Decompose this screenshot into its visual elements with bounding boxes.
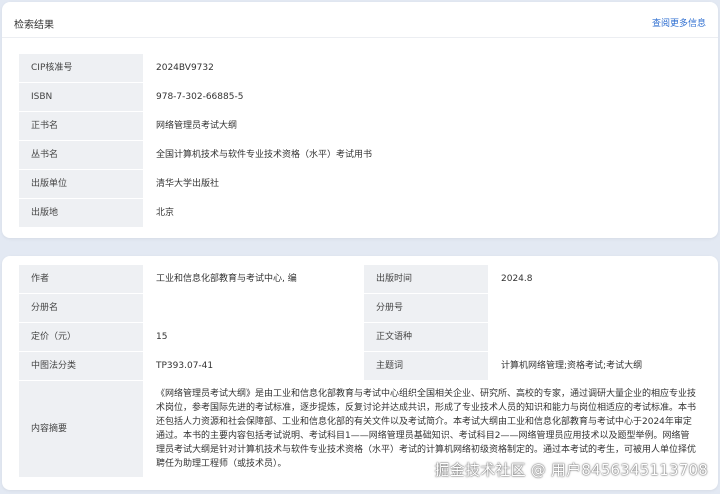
author-label: 作者 — [18, 264, 144, 294]
table-row: ISBN 978-7-302-66885-5 — [18, 82, 709, 112]
table-row: 作者 工业和信息化部教育与考试中心, 编 出版时间 2024.8 — [18, 264, 709, 294]
card-title: 检索结果 — [14, 20, 54, 31]
title-label: 正书名 — [18, 111, 144, 141]
volume-number-label: 分册号 — [363, 293, 489, 323]
place-label: 出版地 — [18, 198, 144, 228]
place-value: 北京 — [143, 198, 709, 228]
card-header: 检索结果 查阅更多信息 — [2, 2, 718, 38]
volume-name-label: 分册名 — [18, 293, 144, 323]
cip-number-value: 2024BV9732 — [143, 53, 709, 83]
series-label: 丛书名 — [18, 140, 144, 170]
price-value: 15 — [143, 322, 364, 352]
publisher-value: 清华大学出版社 — [143, 169, 709, 199]
subject-value: 计算机网络管理;资格考试;考试大纲 — [488, 351, 709, 381]
language-label: 正文语种 — [363, 322, 489, 352]
table-row: 定价（元） 15 正文语种 — [18, 322, 709, 352]
classification-label: 中图法分类 — [18, 351, 144, 381]
language-value — [488, 322, 709, 352]
price-label: 定价（元） — [18, 322, 144, 352]
table-row: 分册名 分册号 — [18, 293, 709, 323]
table-row: 丛书名 全国计算机技术与软件专业技术资格（水平）考试用书 — [18, 140, 709, 170]
author-value: 工业和信息化部教育与考试中心, 编 — [143, 264, 364, 294]
publish-date-value: 2024.8 — [488, 264, 709, 294]
table-row: CIP核准号 2024BV9732 — [18, 53, 709, 83]
publish-date-label: 出版时间 — [363, 264, 489, 294]
title-value: 网络管理员考试大纲 — [143, 111, 709, 141]
subject-label: 主题词 — [363, 351, 489, 381]
detail-info-card: 作者 工业和信息化部教育与考试中心, 编 出版时间 2024.8 分册名 分册号… — [2, 256, 718, 490]
detail-info-table: 作者 工业和信息化部教育与考试中心, 编 出版时间 2024.8 分册名 分册号… — [18, 264, 709, 478]
search-result-card: 检索结果 查阅更多信息 CIP核准号 2024BV9732 ISBN 978-7… — [2, 2, 718, 238]
table-row: 正书名 网络管理员考试大纲 — [18, 111, 709, 141]
isbn-label: ISBN — [18, 82, 144, 112]
table-row: 中图法分类 TP393.07-41 主题词 计算机网络管理;资格考试;考试大纲 — [18, 351, 709, 381]
volume-name-value — [143, 293, 364, 323]
volume-number-value — [488, 293, 709, 323]
watermark-text: 掘金技术社区 @ 用户8456345113708 — [434, 461, 708, 479]
table-row: 出版单位 清华大学出版社 — [18, 169, 709, 199]
classification-value: TP393.07-41 — [143, 351, 364, 381]
basic-info-table: CIP核准号 2024BV9732 ISBN 978-7-302-66885-5… — [18, 53, 709, 228]
table-row: 出版地 北京 — [18, 198, 709, 228]
view-more-link[interactable]: 查阅更多信息 — [652, 16, 706, 29]
isbn-value: 978-7-302-66885-5 — [143, 82, 709, 112]
summary-label: 内容摘要 — [18, 380, 144, 478]
series-value: 全国计算机技术与软件专业技术资格（水平）考试用书 — [143, 140, 709, 170]
publisher-label: 出版单位 — [18, 169, 144, 199]
cip-number-label: CIP核准号 — [18, 53, 144, 83]
